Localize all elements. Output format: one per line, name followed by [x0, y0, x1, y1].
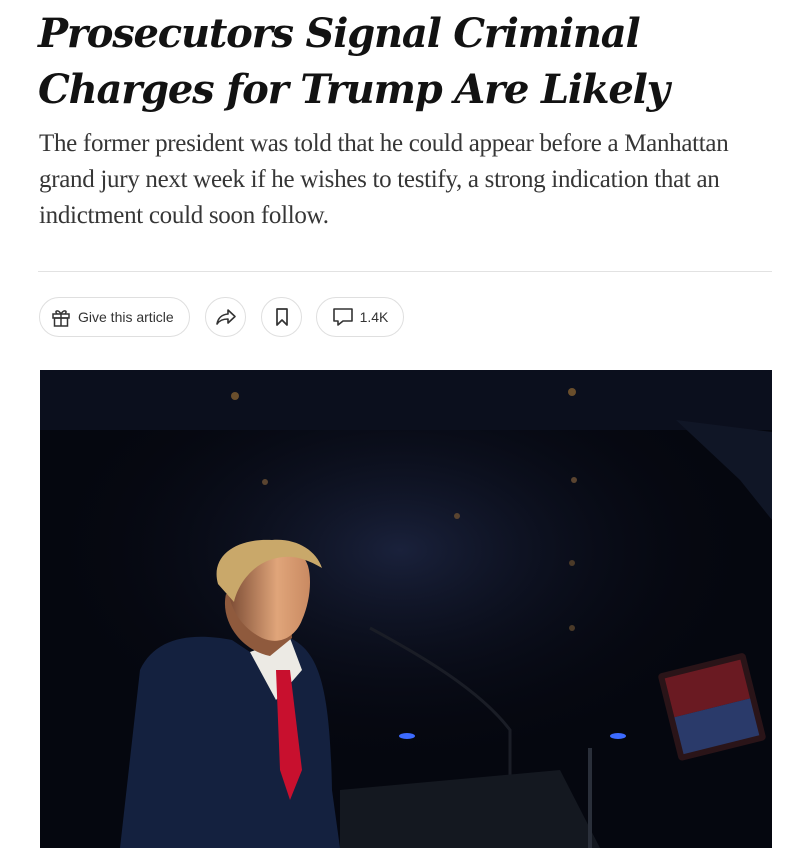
- give-article-label: Give this article: [78, 309, 174, 325]
- comments-count: 1.4K: [359, 309, 389, 325]
- share-icon: [215, 307, 237, 327]
- comment-icon: [332, 307, 354, 327]
- save-button[interactable]: [261, 297, 302, 337]
- article-photo[interactable]: [40, 370, 772, 848]
- gift-icon: [50, 306, 72, 328]
- share-button[interactable]: [205, 297, 246, 337]
- comments-button[interactable]: 1.4K: [316, 297, 404, 337]
- article-headline: Prosecutors Signal Criminal Charges for …: [38, 10, 670, 113]
- article-summary: The former president was told that he co…: [39, 130, 729, 229]
- give-article-button[interactable]: Give this article: [39, 297, 190, 337]
- bookmark-icon: [274, 307, 290, 327]
- divider: [38, 271, 772, 272]
